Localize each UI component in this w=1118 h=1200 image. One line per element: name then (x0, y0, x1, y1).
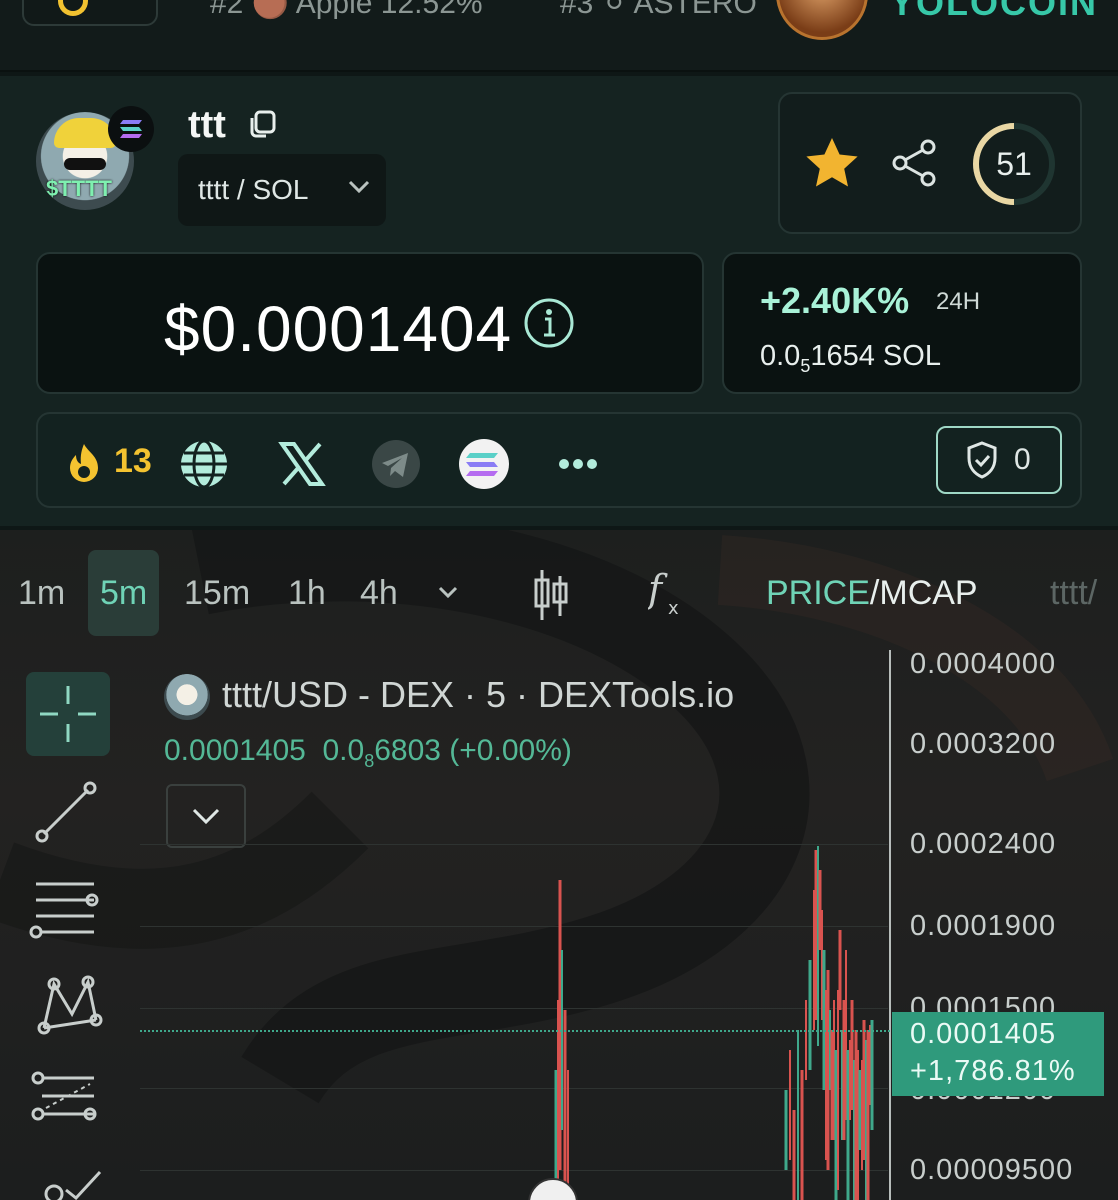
ticker-item-2[interactable]: #2 🟤 Apple 12.52% (210, 0, 483, 21)
last-price: 0.0001405 (910, 1018, 1057, 1050)
fire-icon (70, 444, 98, 482)
change-card: +2.40K% 24H 0.051654 SOL (722, 252, 1082, 394)
hot-count: 13 (114, 442, 152, 480)
social-links-bar: 13 0 (36, 412, 1082, 508)
solana-icon (108, 106, 154, 152)
change-period: 24H (936, 288, 981, 315)
ad-avatar[interactable] (776, 0, 868, 40)
info-icon[interactable] (522, 296, 576, 350)
last-price-badge: 0.0001405 +1,786.81% (892, 1012, 1104, 1096)
ticker-bar: #2 🟤 Apple 12.52% #3 ⚪ ASTERO YOLOCOIN (0, 0, 1118, 72)
ticker-item-3[interactable]: #3 ⚪ ASTERO (560, 0, 757, 21)
price-candles (554, 846, 874, 1200)
price-card: $0.0001404 (36, 252, 704, 394)
shield-icon (967, 441, 997, 479)
last-price-line (140, 1030, 890, 1032)
share-icon[interactable] (890, 138, 940, 188)
sol-price: 0.051654 SOL (760, 340, 941, 376)
pair-label: tttt / SOL (198, 174, 309, 205)
token-actions: 51 (778, 92, 1082, 234)
wallet-button[interactable] (22, 0, 158, 26)
token-name: ttt (188, 104, 226, 146)
telegram-icon[interactable] (370, 438, 422, 490)
solana-icon[interactable] (458, 438, 510, 490)
globe-icon[interactable] (178, 438, 230, 490)
star-icon[interactable] (804, 136, 860, 188)
audit-button[interactable]: 0 (936, 426, 1062, 494)
price-change-percent: +2.40K% (760, 280, 910, 321)
chevron-down-icon (348, 180, 370, 194)
chart-container[interactable]: 1m 5m 15m 1h 4h f x PRICE/MCAP tttt/ ttt… (0, 530, 1118, 1200)
copy-icon[interactable] (246, 108, 278, 140)
audit-count: 0 (1014, 443, 1031, 476)
coin-icon (58, 0, 88, 16)
last-change: +1,786.81% (910, 1055, 1076, 1087)
pair-selector[interactable]: tttt / SOL (178, 154, 386, 226)
avatar-label: $TTTT (46, 176, 112, 201)
token-price: $0.0001404 (164, 293, 513, 365)
ad-banner-text[interactable]: YOLOCOIN (890, 0, 1098, 24)
more-icon[interactable] (552, 438, 604, 490)
x-icon[interactable] (276, 438, 328, 490)
score-value: 51 (996, 145, 1032, 182)
